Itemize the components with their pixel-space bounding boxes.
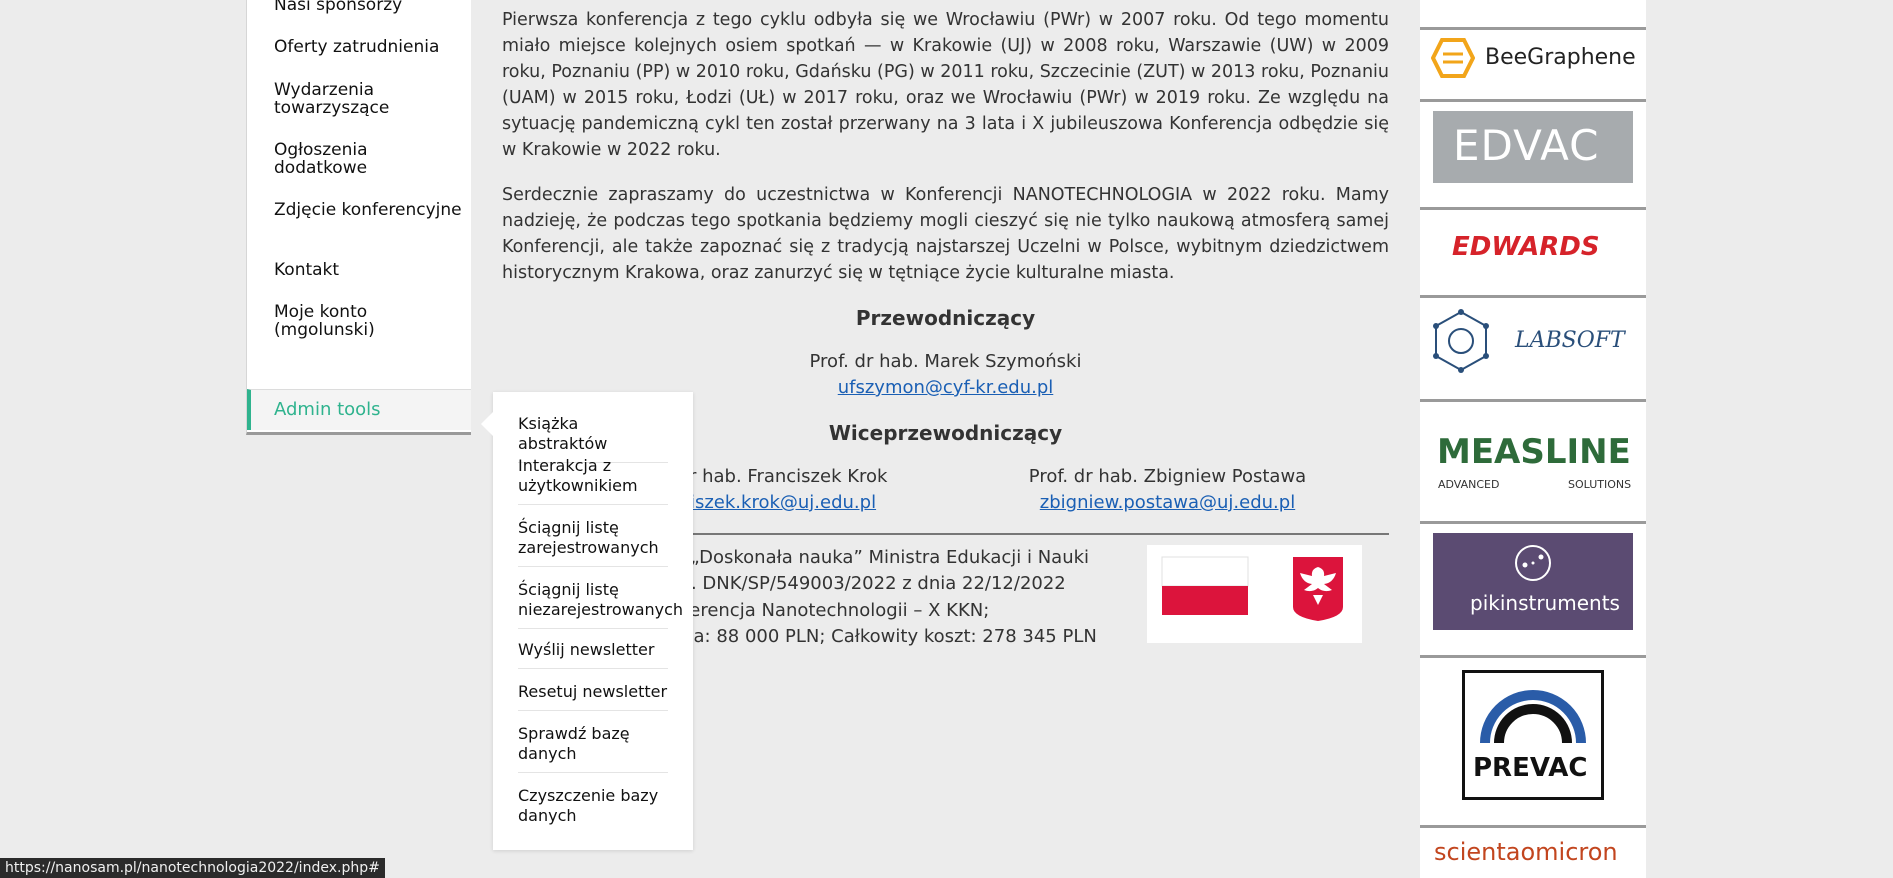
browser-status-bar: https://nanosam.pl/nanotechnologia2022/i… — [0, 858, 385, 878]
sponsor-top-partial — [1420, 0, 1646, 30]
nav-item-contact[interactable]: Kontakt — [274, 261, 464, 279]
sponsor-prevac[interactable]: PREVAC — [1420, 658, 1646, 828]
pikinstruments-logo-box: pikinstruments — [1433, 533, 1633, 630]
nav-item-side-events[interactable]: Wydarzenia towarzyszące — [274, 81, 464, 117]
invitation-paragraph: Serdecznie zapraszamy do uczestnictwa w … — [502, 185, 1389, 283]
nav-item-job-offers[interactable]: Oferty zatrudnienia — [274, 38, 464, 56]
chair-name: Prof. dr hab. Marek Szymoński — [809, 351, 1082, 372]
nav-item-my-account[interactable]: Moje konto (mgolunski) — [274, 303, 464, 339]
pikinstruments-orbit-icon — [1515, 545, 1551, 581]
menu-item-user-interaction[interactable]: Interakcja z użytkownikiem — [518, 456, 668, 505]
vice-chair-2-name: Prof. dr hab. Zbigniew Postawa — [1028, 466, 1307, 487]
sponsor-edvac[interactable]: EDVAC — [1420, 102, 1646, 210]
sponsor-pikinstruments[interactable]: pikinstruments — [1420, 524, 1646, 658]
labsoft-molecule-icon — [1433, 309, 1489, 373]
sponsor-measline[interactable]: MEASLINE ADVANCED SOLUTIONS — [1420, 402, 1646, 524]
menu-item-check-database[interactable]: Sprawdź bazę danych — [518, 724, 668, 773]
beegraphene-logo-icon — [1431, 38, 1475, 78]
menu-item-clear-database[interactable]: Czyszczenie bazy danych — [518, 786, 668, 834]
nav-item-sponsors[interactable]: Nasi sponsorzy — [274, 0, 464, 14]
menu-item-download-registered[interactable]: Ściągnij listę zarejestrowanych — [518, 518, 668, 567]
menu-item-reset-newsletter[interactable]: Resetuj newsletter — [518, 682, 668, 711]
admin-tools-menu: Książka abstraktów Interakcja z użytkown… — [481, 392, 693, 850]
nav-item-announcements[interactable]: Ogłoszenia dodatkowe — [274, 141, 464, 177]
sponsor-edwards[interactable]: EDWARDS — [1420, 210, 1646, 298]
polish-eagle-icon — [1293, 557, 1343, 621]
left-navigation: Nasi sponsorzy Oferty zatrudnienia Wydar… — [246, 0, 471, 435]
polish-flag-icon — [1161, 556, 1249, 615]
intro-paragraph: Pierwsza konferencja z tego cyklu odbyła… — [502, 10, 1390, 160]
sponsor-column: BeeGraphene EDVAC EDWARDS LABSOFT MEASLI… — [1420, 0, 1646, 878]
chair-email-link[interactable]: ufszymon@cyf-kr.edu.pl — [838, 377, 1054, 398]
sponsor-scientaomicron[interactable]: scientaomicron — [1420, 828, 1646, 878]
sponsor-labsoft[interactable]: LABSOFT — [1420, 298, 1646, 402]
chair-heading: Przewodniczący — [855, 306, 1036, 330]
poland-emblem-panel — [1147, 545, 1362, 643]
menu-item-download-unregistered[interactable]: Ściągnij listę niezarejestrowanych — [518, 580, 683, 629]
prevac-arc-icon — [1480, 690, 1586, 744]
nav-item-admin-tools[interactable]: Admin tools — [247, 389, 471, 430]
edvac-logo-box: EDVAC — [1433, 111, 1633, 183]
prevac-logo-box: PREVAC — [1462, 670, 1604, 800]
menu-item-send-newsletter[interactable]: Wyślij newsletter — [518, 640, 668, 669]
vice-chair-2-email-link[interactable]: zbigniew.postawa@uj.edu.pl — [1040, 492, 1295, 513]
sponsor-beegraphene[interactable]: BeeGraphene — [1420, 30, 1646, 102]
admin-tools-label: Admin tools — [274, 399, 381, 420]
nav-item-conference-photo[interactable]: Zdjęcie konferencyjne — [274, 201, 464, 219]
